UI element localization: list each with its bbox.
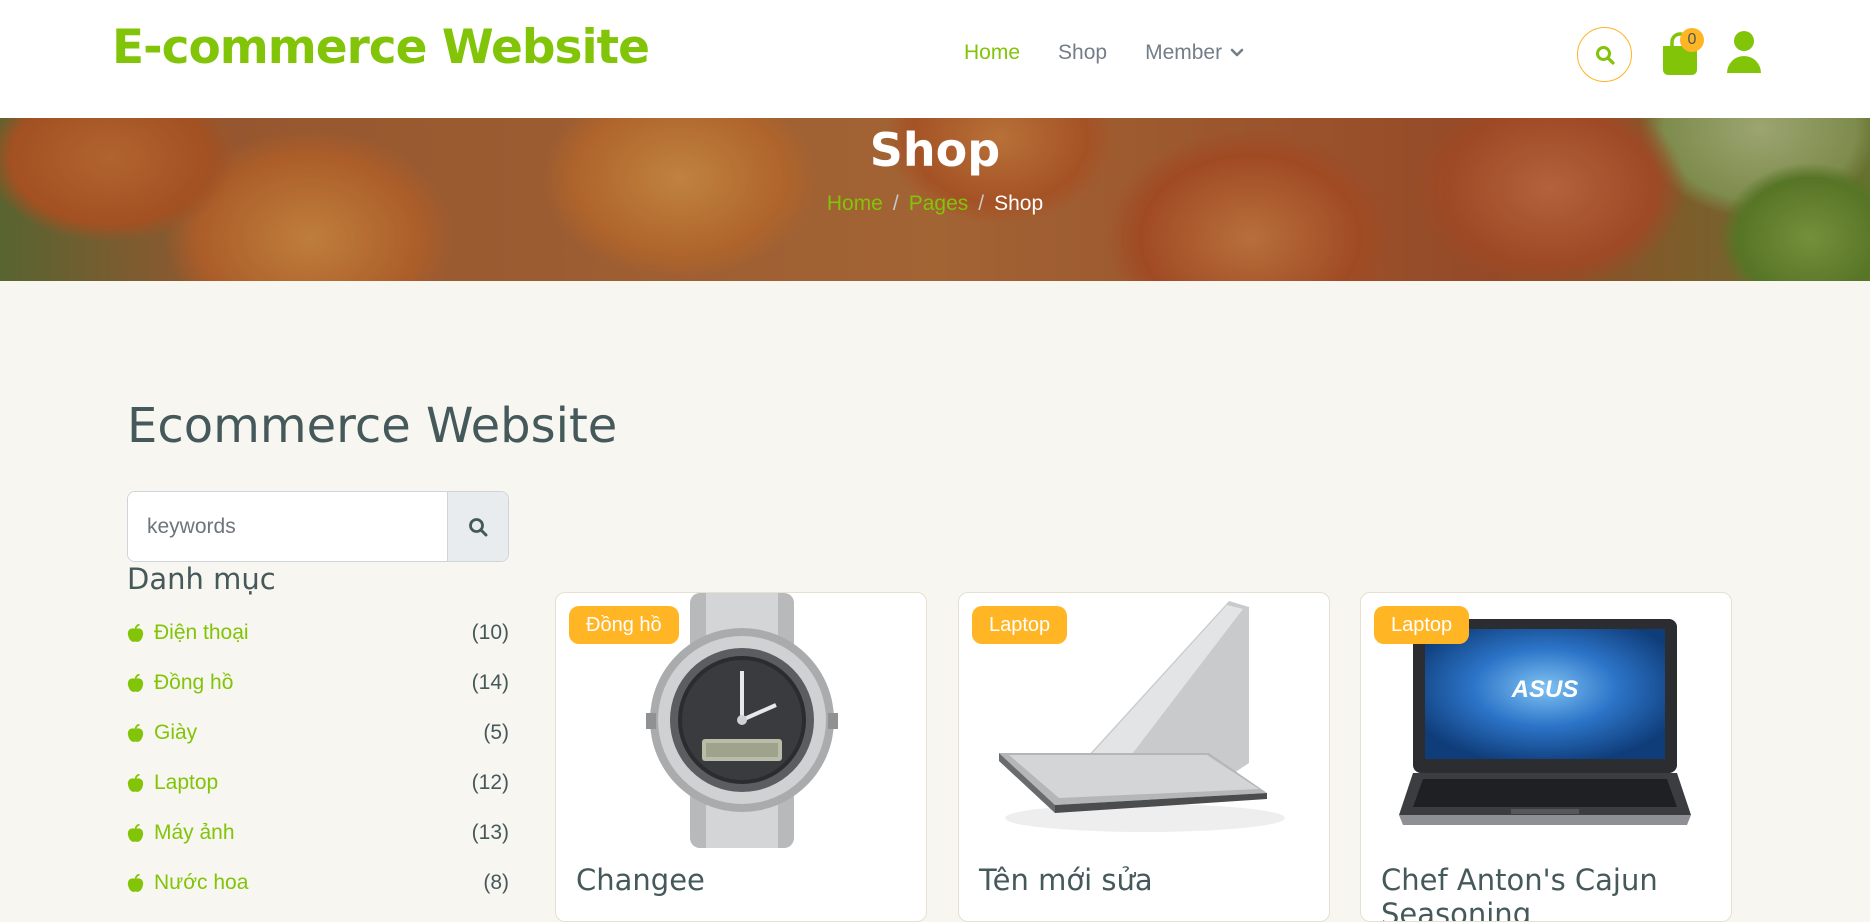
category-count: (5) xyxy=(483,721,509,744)
chevron-down-icon xyxy=(1230,48,1244,57)
product-card[interactable]: Laptop ASUS Chef Anton's Cajun Seasoning xyxy=(1360,592,1732,922)
category-count: (8) xyxy=(483,871,509,894)
keyword-search-input[interactable] xyxy=(128,492,447,561)
product-category-badge: Laptop xyxy=(1374,606,1470,644)
category-name: Điện thoại xyxy=(154,621,249,644)
category-name: Laptop xyxy=(154,771,219,794)
product-category-badge: Laptop xyxy=(972,606,1068,644)
category-link[interactable]: Máy ảnh xyxy=(127,821,235,845)
keyword-search xyxy=(127,491,509,562)
apple-icon xyxy=(127,873,144,892)
breadcrumb-home[interactable]: Home xyxy=(827,192,883,215)
breadcrumb-current: Shop xyxy=(994,192,1044,215)
nav-home[interactable]: Home xyxy=(964,41,1020,65)
category-list: Điện thoại (10) Đồng hồ (14) Giày (5) La… xyxy=(127,608,509,908)
keyword-search-button[interactable] xyxy=(447,492,508,561)
cart-button[interactable]: 0 xyxy=(1660,28,1704,76)
category-name: Đồng hồ xyxy=(154,671,234,694)
section-heading: Ecommerce Website xyxy=(127,398,618,454)
search-icon xyxy=(469,517,488,536)
navbar: E-commerce Website Home Shop Member 0 xyxy=(0,0,1870,118)
nav-shop[interactable]: Shop xyxy=(1058,41,1107,65)
category-item: Nước hoa (8) xyxy=(127,858,509,908)
breadcrumb: Home / Pages / Shop xyxy=(0,192,1870,216)
product-name: Tên mới sửa xyxy=(979,863,1153,897)
category-count: (12) xyxy=(471,771,509,794)
search-icon xyxy=(1595,45,1615,65)
category-item: Máy ảnh (13) xyxy=(127,808,509,858)
breadcrumb-pages[interactable]: Pages xyxy=(909,192,969,215)
category-link[interactable]: Điện thoại xyxy=(127,621,249,645)
product-name: Chef Anton's Cajun Seasoning xyxy=(1381,863,1658,922)
cart-count-badge: 0 xyxy=(1680,28,1704,52)
nav-links: Home Shop Member xyxy=(964,38,1282,68)
product-card[interactable]: Laptop Tên mới sửa xyxy=(958,592,1330,922)
breadcrumb-separator: / xyxy=(892,192,899,215)
category-count: (10) xyxy=(471,621,509,644)
product-name: Changee xyxy=(576,863,705,897)
category-name: Máy ảnh xyxy=(154,821,235,844)
search-button[interactable] xyxy=(1577,27,1632,82)
page-title: Shop xyxy=(869,123,1001,177)
nav-member-dropdown[interactable]: Member xyxy=(1145,41,1244,65)
category-link[interactable]: Đồng hồ xyxy=(127,671,233,695)
apple-icon xyxy=(127,673,144,692)
product-category-badge: Đồng hồ xyxy=(569,606,679,644)
category-name: Giày xyxy=(154,721,198,744)
user-account-button[interactable] xyxy=(1725,30,1763,74)
category-title: Danh mục xyxy=(127,562,276,596)
page-header-banner: Shop Home / Pages / Shop xyxy=(0,118,1870,281)
category-link[interactable]: Giày xyxy=(127,721,197,745)
category-item: Đồng hồ (14) xyxy=(127,658,509,708)
category-name: Nước hoa xyxy=(154,871,249,894)
category-item: Giày (5) xyxy=(127,708,509,758)
category-link[interactable]: Nước hoa xyxy=(127,871,248,895)
category-link[interactable]: Laptop xyxy=(127,771,218,795)
svg-text:ASUS: ASUS xyxy=(1511,676,1579,703)
apple-icon xyxy=(127,823,144,842)
category-item: Laptop (12) xyxy=(127,758,509,808)
category-count: (13) xyxy=(471,821,509,844)
user-icon xyxy=(1727,31,1761,73)
apple-icon xyxy=(127,623,144,642)
product-card[interactable]: Đồng hồ Changee xyxy=(555,592,927,922)
category-count: (14) xyxy=(471,671,509,694)
category-item: Điện thoại (10) xyxy=(127,608,509,658)
nav-member-label: Member xyxy=(1145,41,1223,64)
apple-icon xyxy=(127,773,144,792)
apple-icon xyxy=(127,723,144,742)
breadcrumb-separator: / xyxy=(978,192,985,215)
brand-logo[interactable]: E-commerce Website xyxy=(112,18,650,78)
